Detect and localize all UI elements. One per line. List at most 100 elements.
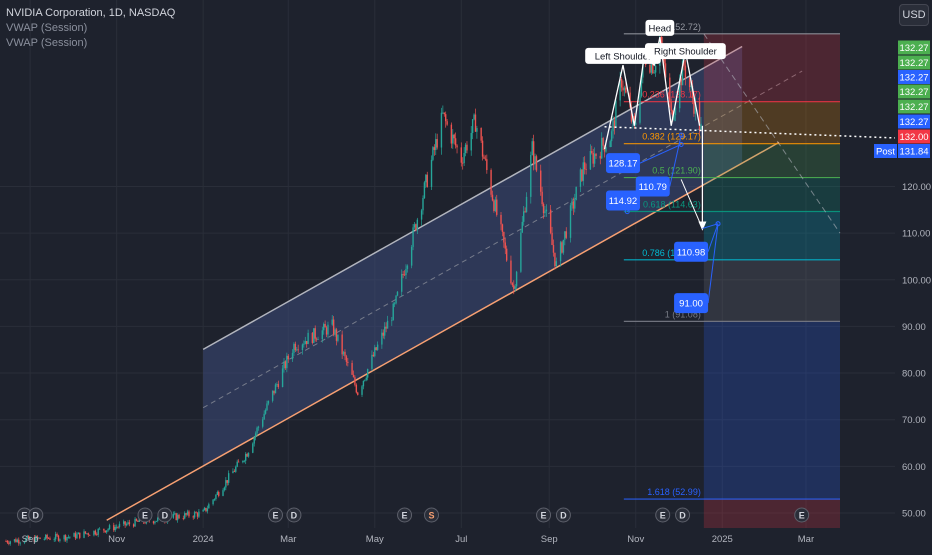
- candle-body: [235, 466, 237, 472]
- candle-body: [432, 147, 434, 160]
- x-axis-label: Nov: [627, 534, 644, 545]
- candle-body: [514, 286, 516, 289]
- candle-body: [97, 528, 99, 535]
- event-marker-label: E: [799, 511, 805, 521]
- candle-body: [246, 453, 248, 457]
- price-badge: 132.00: [899, 132, 928, 143]
- candle-body: [314, 328, 316, 339]
- candle-body: [531, 141, 533, 156]
- candle-body: [395, 295, 397, 304]
- candle-body: [267, 400, 270, 404]
- candle-body: [206, 508, 209, 512]
- event-marker-label: E: [541, 511, 547, 521]
- candle-body: [494, 199, 497, 212]
- price-badge: 132.27: [899, 102, 928, 113]
- candle-body: [253, 437, 255, 444]
- candle-body: [513, 285, 515, 289]
- y-axis-label: 60.00: [902, 462, 926, 473]
- y-axis-label: 70.00: [902, 415, 926, 426]
- candle-body: [331, 319, 333, 325]
- candle-body: [344, 351, 346, 357]
- candle-body: [535, 156, 538, 171]
- candle-body: [208, 504, 210, 509]
- y-axis-label: 110.00: [902, 229, 930, 240]
- candle-body: [294, 343, 297, 351]
- currency-button[interactable]: USD: [899, 4, 929, 26]
- candle-body: [524, 211, 526, 213]
- candle-body: [595, 153, 597, 156]
- candle-body: [401, 273, 403, 292]
- candle-body: [66, 537, 68, 541]
- candle-body: [352, 374, 355, 378]
- chart-area[interactable]: 0 (152.72) 0.236 (138.17) 0.382 (129.17) 0.…: [0, 0, 932, 550]
- fib-zone-0.5: [703, 143, 840, 178]
- candle-body: [463, 153, 465, 164]
- candle-body: [287, 355, 289, 360]
- candle-body: [293, 343, 295, 353]
- price-badge: 132.27: [899, 117, 928, 128]
- candle-body: [185, 513, 187, 515]
- candle-body: [277, 384, 280, 388]
- candle-body: [654, 65, 657, 73]
- candle-body: [486, 159, 488, 171]
- candle-body: [520, 232, 522, 272]
- candle-body: [237, 461, 240, 463]
- candle-body: [188, 511, 190, 517]
- candle-body: [8, 542, 10, 544]
- candle-body: [303, 343, 305, 345]
- candle-body: [415, 224, 417, 231]
- candle-body: [700, 123, 702, 130]
- candle-body: [615, 100, 617, 128]
- candle-body: [335, 329, 338, 341]
- candle-body: [273, 390, 275, 394]
- candle-body: [381, 332, 383, 345]
- indicator-vwap-2[interactable]: VWAP (Session): [6, 36, 175, 51]
- candle-body: [283, 361, 285, 369]
- candle-body: [612, 120, 614, 132]
- candle-body: [84, 531, 87, 534]
- candle-body: [413, 224, 416, 228]
- price-badge: 132.27: [899, 87, 928, 98]
- candle-body: [257, 426, 260, 428]
- candle-body: [530, 155, 532, 197]
- candle-body: [572, 201, 575, 209]
- candle-body: [274, 384, 277, 394]
- event-marker-label: D: [291, 511, 298, 521]
- candle-body: [254, 433, 257, 438]
- candle-body: [625, 87, 627, 93]
- fib-zone-0.786: [703, 211, 840, 260]
- x-axis-label: Sep: [22, 534, 39, 545]
- candle-body: [321, 330, 323, 340]
- candle-body: [391, 320, 393, 322]
- price-callout: 110.98: [677, 247, 705, 258]
- candle-body: [364, 379, 366, 381]
- candle-body: [501, 224, 504, 232]
- candle-body: [351, 362, 353, 375]
- event-marker-label: D: [560, 511, 567, 521]
- candle-body: [247, 452, 250, 457]
- candle-body: [45, 534, 47, 539]
- candle-body: [500, 214, 502, 225]
- indicator-vwap-1[interactable]: VWAP (Session): [6, 21, 175, 36]
- candle-body: [266, 403, 268, 411]
- candle-body: [473, 114, 475, 120]
- y-axis-label: 120.00: [902, 182, 931, 193]
- candle-body: [551, 232, 553, 246]
- candle-body: [593, 153, 596, 164]
- candle-body: [623, 87, 626, 91]
- candle-body: [13, 539, 16, 542]
- event-marker-label: E: [402, 511, 408, 521]
- candle-body: [178, 514, 180, 519]
- candle-body: [307, 332, 309, 345]
- price-chart[interactable]: 0 (152.72)0.236 (138.17)0.382 (129.17)0.…: [0, 0, 932, 550]
- candle-body: [54, 534, 57, 540]
- symbol-title: NVIDIA Corporation, 1D, NASDAQ: [6, 7, 176, 19]
- candle-body: [137, 520, 139, 522]
- candle-body: [444, 114, 447, 122]
- candle-body: [98, 528, 101, 530]
- candle-body: [542, 204, 545, 214]
- candle-body: [464, 144, 467, 154]
- candle-body: [505, 248, 508, 261]
- candle-body: [327, 324, 329, 335]
- candle-body: [376, 344, 379, 350]
